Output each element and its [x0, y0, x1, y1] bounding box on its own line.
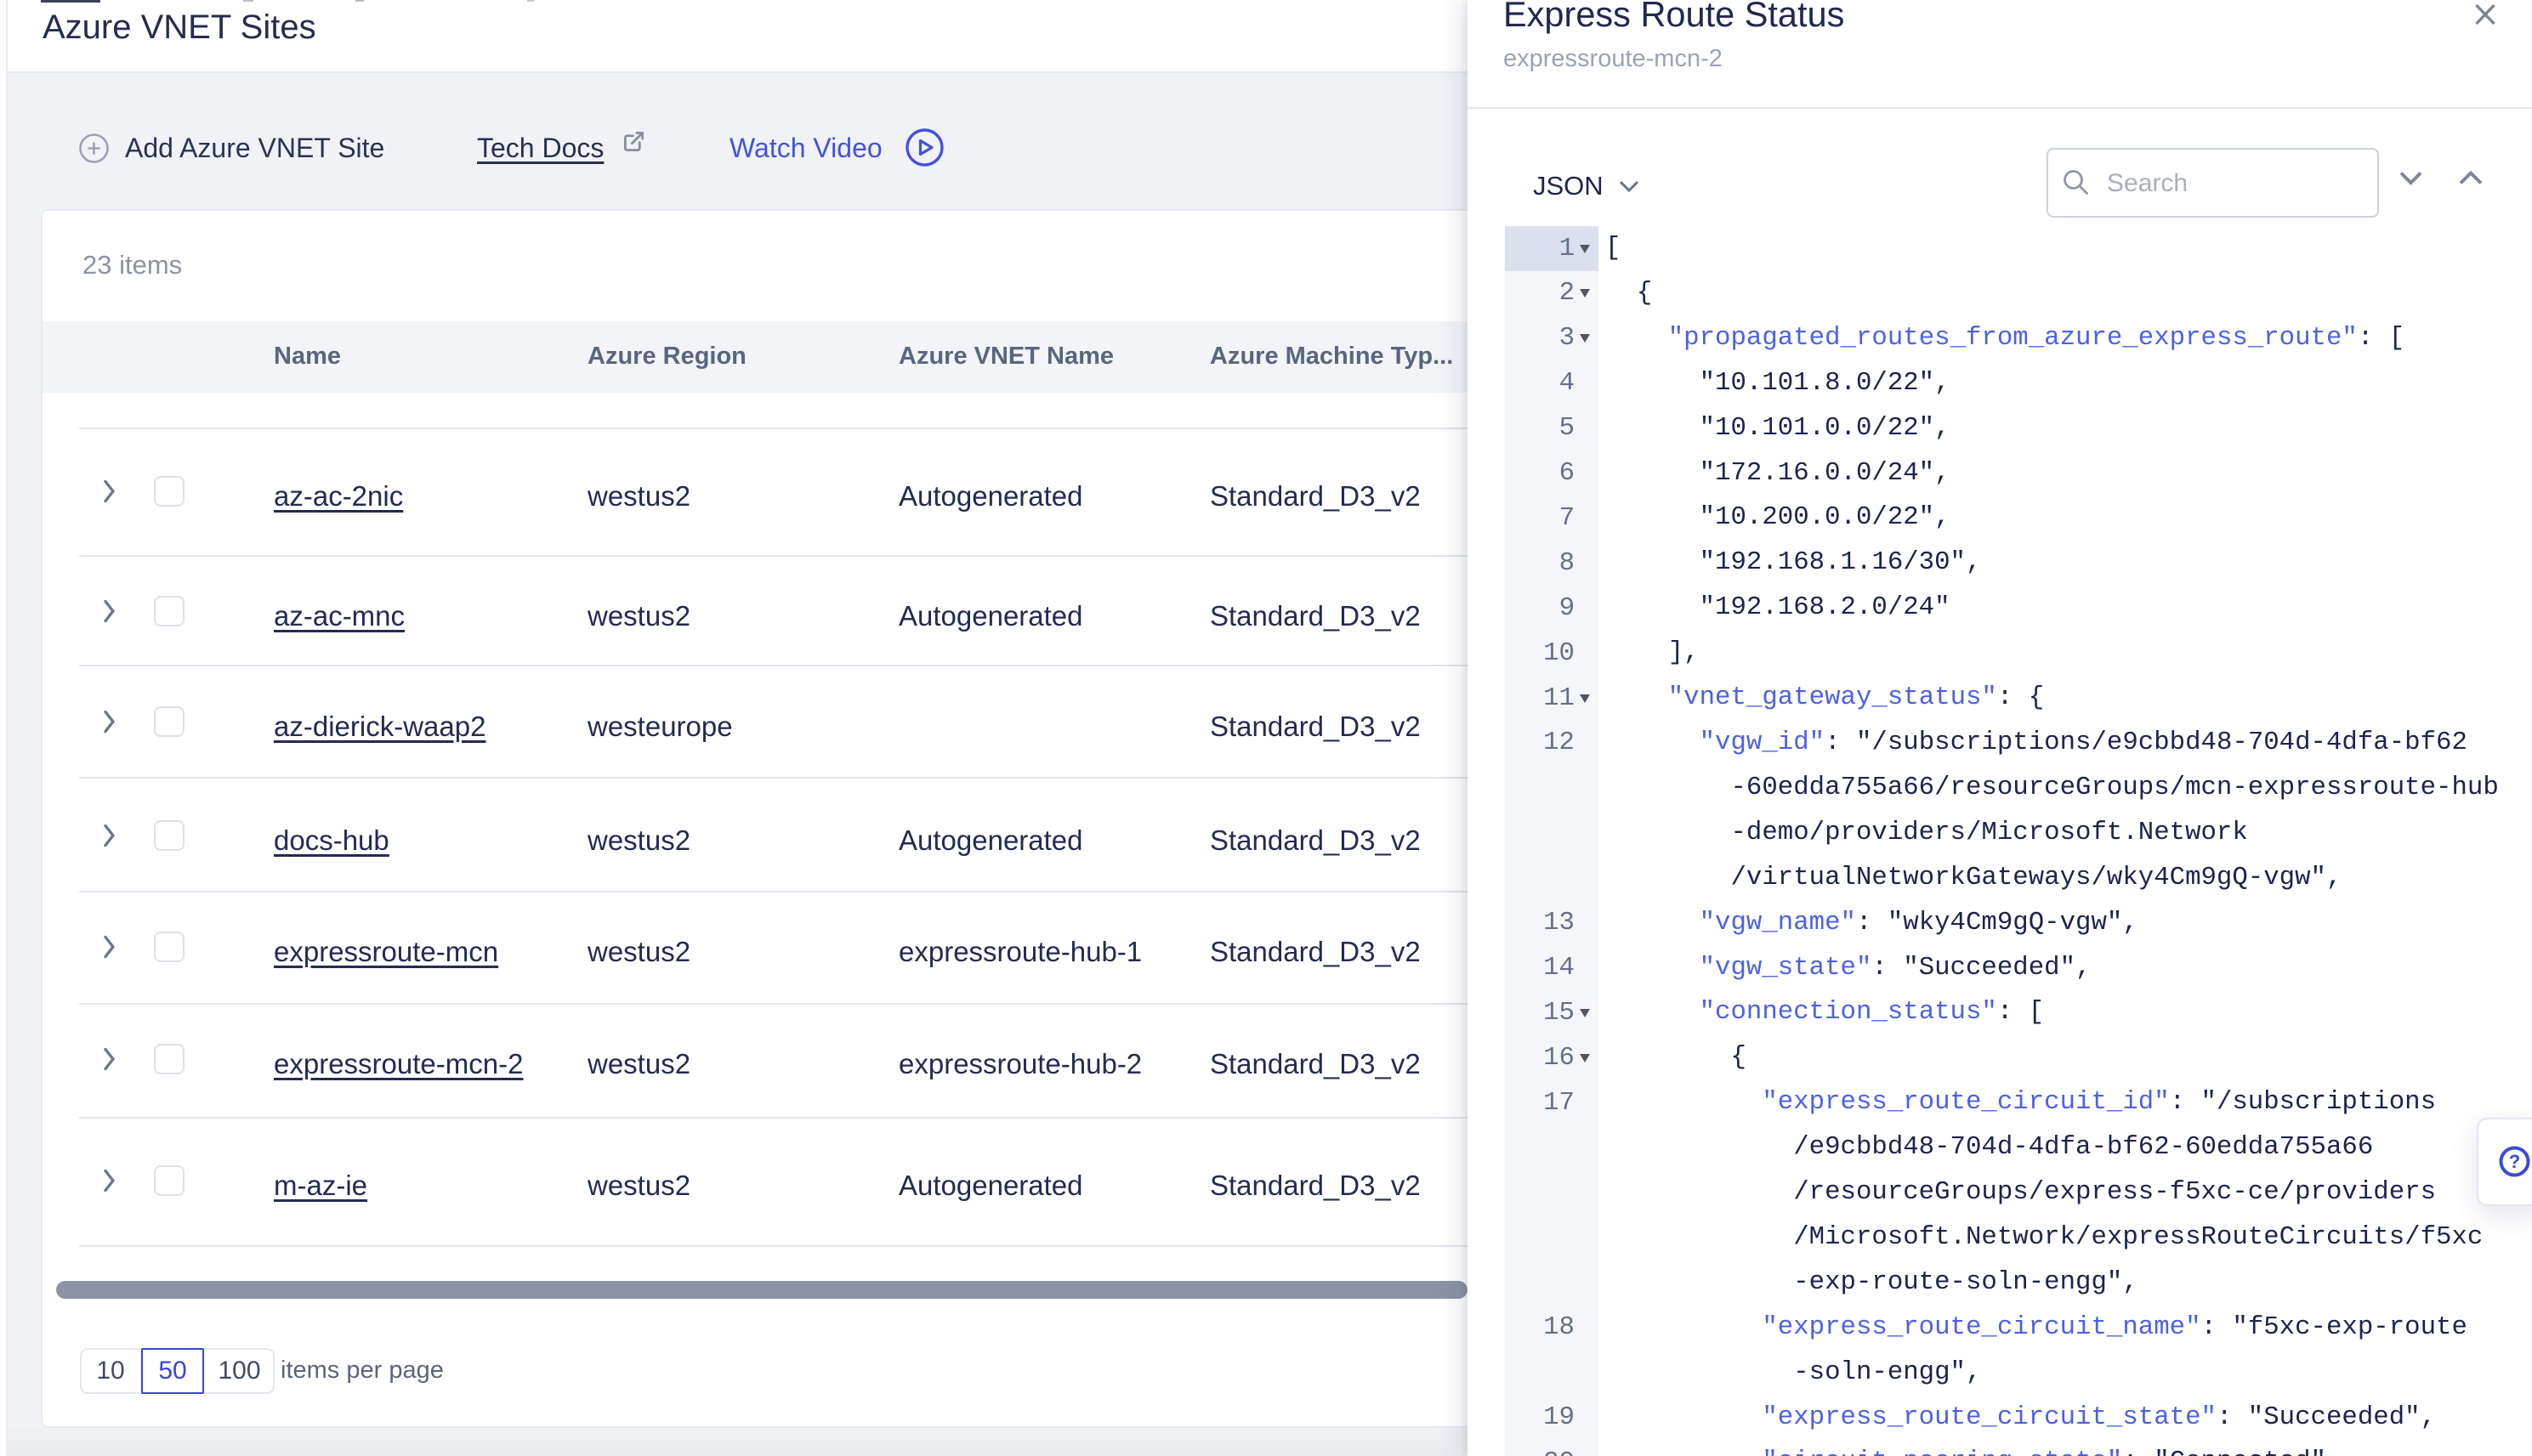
svg-text:?: ? — [2509, 1151, 2520, 1172]
